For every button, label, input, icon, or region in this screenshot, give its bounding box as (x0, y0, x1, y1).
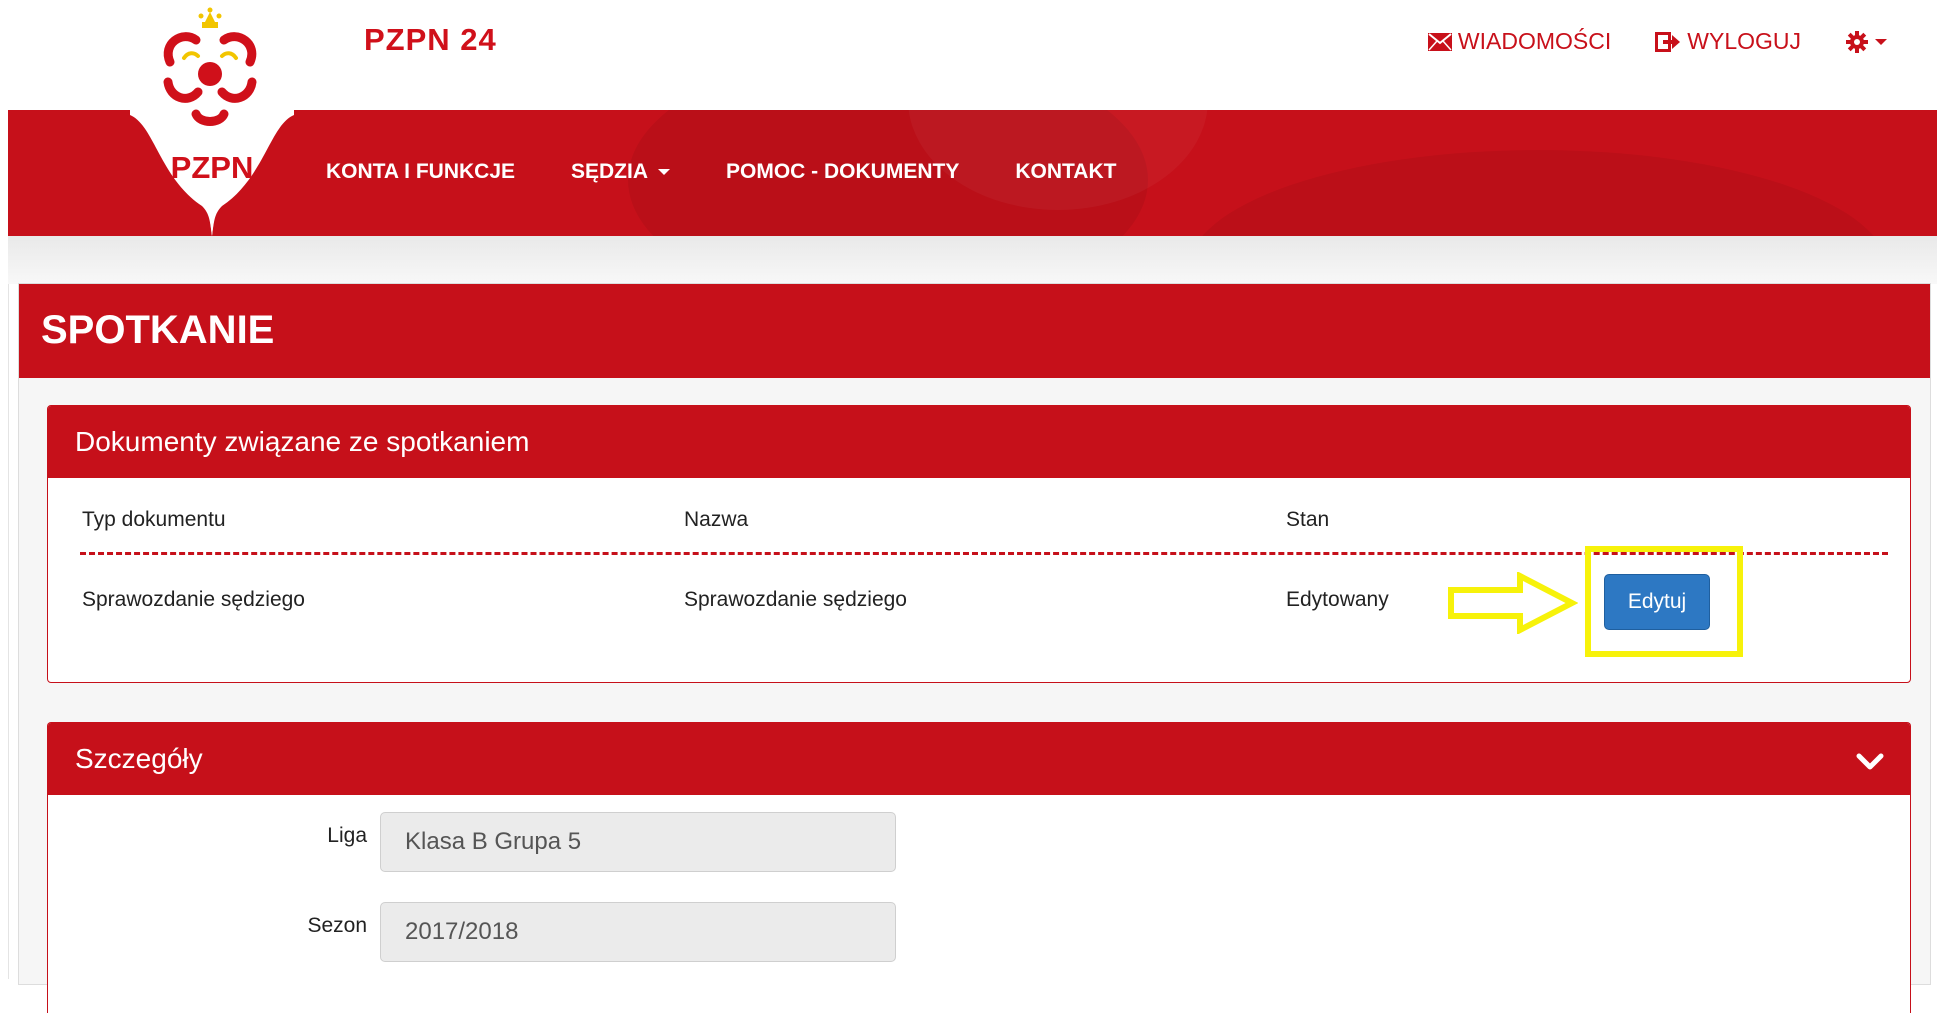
league-label: Liga (327, 824, 367, 847)
details-panel: Szczegóły Liga Klasa B Grupa 5 Sezon 201… (47, 722, 1911, 1013)
column-header-status: Stan (1286, 508, 1330, 531)
logout-link[interactable]: WYLOGUJ (1655, 28, 1801, 55)
nav-item-help-documents[interactable]: POMOC - DOKUMENTY (726, 160, 959, 184)
chevron-down-icon[interactable] (1856, 747, 1884, 779)
pzpn-logo[interactable]: PZPN (110, 0, 310, 240)
nav-item-referee[interactable]: SĘDZIA (571, 160, 671, 184)
logout-icon (1655, 31, 1681, 52)
caret-down-icon (658, 169, 671, 175)
nav-item-label: POMOC - DOKUMENTY (726, 160, 960, 183)
documents-panel-header: Dokumenty związane ze spotkaniem (48, 406, 1910, 478)
document-status-cell: Edytowany (1286, 588, 1389, 611)
league-field[interactable]: Klasa B Grupa 5 (380, 812, 896, 872)
page-title: SPOTKANIE (41, 308, 275, 352)
nav-item-accounts[interactable]: KONTA I FUNKCJE (326, 160, 515, 184)
main-nav: KONTA I FUNKCJE SĘDZIA POMOC - DOKUMENTY… (326, 160, 1116, 184)
documents-panel: Dokumenty związane ze spotkaniem Typ dok… (47, 405, 1911, 683)
league-field-row: Liga Klasa B Grupa 5 (48, 806, 1910, 876)
messages-link[interactable]: WIADOMOŚCI (1427, 28, 1612, 55)
documents-panel-title: Dokumenty związane ze spotkaniem (75, 426, 530, 457)
document-type-cell: Sprawozdanie sędziego (82, 588, 305, 611)
logo-text: PZPN (171, 150, 254, 185)
app-title: PZPN 24 (364, 22, 497, 57)
nav-item-contact[interactable]: KONTAKT (1015, 160, 1116, 184)
documents-table: Typ dokumentu Nazwa Stan Sprawozdanie sę… (48, 478, 1910, 681)
season-field[interactable]: 2017/2018 (380, 902, 896, 962)
gear-icon (1845, 30, 1869, 54)
details-panel-title: Szczegóły (75, 743, 203, 774)
nav-item-label: SĘDZIA (571, 160, 649, 183)
chevron-down-icon (1875, 38, 1887, 45)
navbar-decoration (1188, 150, 1888, 236)
column-header-type: Typ dokumentu (82, 508, 226, 531)
nav-item-label: KONTAKT (1015, 160, 1117, 183)
yellow-arrow-annotation (1448, 571, 1579, 639)
settings-menu[interactable] (1845, 30, 1887, 54)
header-shadow-band (8, 236, 1937, 284)
edit-button[interactable]: Edytuj (1604, 574, 1710, 630)
messages-label: WIADOMOŚCI (1457, 28, 1612, 54)
page-header: SPOTKANIE (19, 284, 1930, 378)
main-content: SPOTKANIE Dokumenty związane ze spotkani… (18, 283, 1931, 1013)
nav-item-label: KONTA I FUNKCJE (326, 160, 515, 183)
details-panel-header[interactable]: Szczegóły (48, 723, 1910, 795)
season-field-row: Sezon 2017/2018 (48, 896, 1910, 966)
season-label: Sezon (307, 914, 367, 937)
logout-label: WYLOGUJ (1687, 28, 1801, 54)
envelope-icon (1427, 32, 1452, 51)
top-links: WIADOMOŚCI WYLOGUJ (1427, 28, 1887, 55)
column-header-name: Nazwa (684, 508, 749, 531)
document-name-cell: Sprawozdanie sędziego (684, 588, 907, 611)
